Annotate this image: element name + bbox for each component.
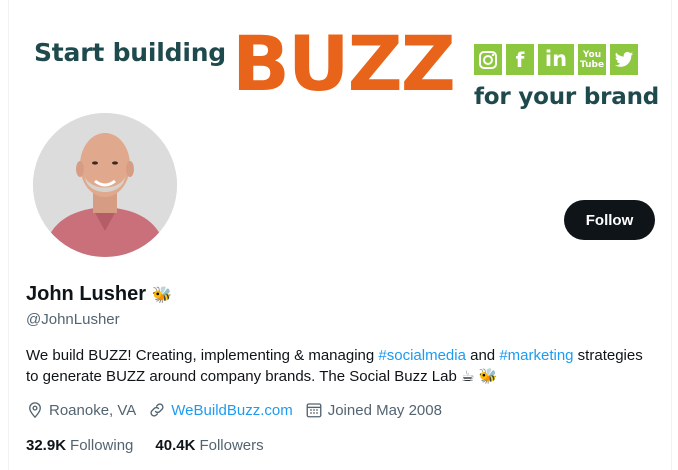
calendar-icon	[305, 401, 323, 419]
joined-text: Joined May 2008	[327, 401, 442, 419]
youtube-icon: You Tube	[578, 44, 606, 75]
following-count: 32.9K	[26, 437, 67, 454]
website-item[interactable]: WeBuildBuzz.com	[148, 401, 293, 419]
display-name-row: John Lusher 🐝	[26, 283, 172, 306]
instagram-icon	[474, 44, 502, 75]
profile-meta: Roanoke, VA WeBuildBuzz.com Joined May 2…	[26, 401, 454, 419]
link-icon	[148, 401, 166, 419]
joined-item: Joined May 2008	[305, 401, 442, 419]
followers-link[interactable]: 40.4K Followers	[155, 437, 263, 454]
website-link[interactable]: WeBuildBuzz.com	[171, 402, 292, 419]
linkedin-icon: in	[538, 44, 574, 75]
banner-buzz-text: BUZZ	[232, 19, 456, 108]
user-handle: @JohnLusher	[26, 311, 120, 328]
banner-start-text: Start building	[34, 38, 226, 67]
location-item: Roanoke, VA	[26, 401, 136, 419]
profile-bio: We build BUZZ! Creating, implementing & …	[26, 345, 656, 387]
youtube-icon-top: You	[582, 49, 602, 60]
following-label: Following	[70, 437, 134, 454]
bio-text-2: and	[465, 347, 500, 364]
followers-count: 40.4K	[155, 437, 196, 454]
avatar-photo	[33, 113, 177, 257]
twitter-icon	[610, 44, 638, 75]
location-text: Roanoke, VA	[49, 401, 137, 419]
banner-social-icons: f in You Tube	[474, 44, 638, 75]
avatar[interactable]	[29, 109, 181, 261]
facebook-icon: f	[506, 44, 534, 75]
follow-button[interactable]: Follow	[564, 200, 655, 240]
name-emoji: 🐝	[152, 285, 172, 304]
followers-label: Followers	[199, 437, 264, 454]
hashtag-marketing[interactable]: #marketing	[499, 347, 573, 364]
hashtag-socialmedia[interactable]: #socialmedia	[378, 347, 466, 364]
profile-stats: 32.9K Following 40.4K Followers	[26, 437, 286, 454]
following-link[interactable]: 32.9K Following	[26, 437, 133, 454]
location-icon	[26, 401, 44, 419]
banner-tagline: for your brand	[474, 84, 660, 110]
display-name: John Lusher	[26, 283, 147, 305]
bio-text-1: We build BUZZ! Creating, implementing & …	[26, 347, 379, 364]
youtube-icon-bottom: Tube	[579, 59, 605, 70]
